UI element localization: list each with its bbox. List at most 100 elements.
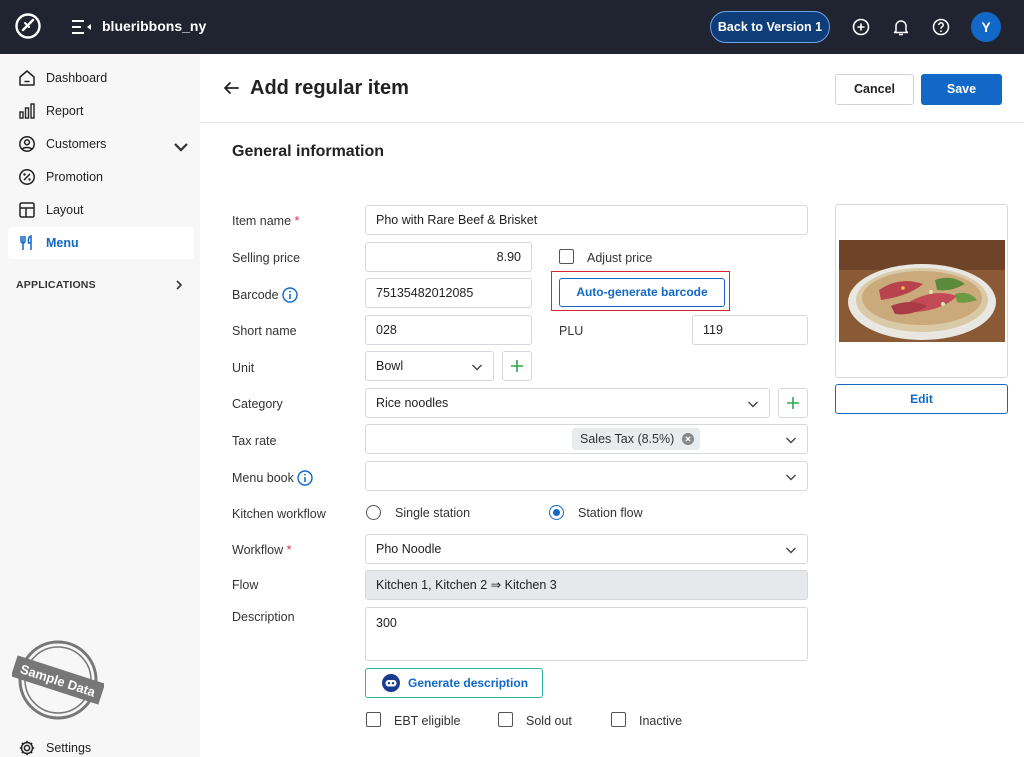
sidebar-item-layout[interactable]: Layout (8, 194, 194, 226)
adjust-price-checkbox[interactable] (559, 249, 574, 264)
item-photo (839, 240, 1005, 342)
save-button[interactable]: Save (921, 74, 1002, 105)
inactive-checkbox[interactable] (611, 712, 626, 727)
info-icon[interactable] (281, 287, 298, 303)
auto-generate-barcode-button[interactable]: Auto-generate barcode (559, 278, 725, 307)
help-icon[interactable] (931, 17, 951, 37)
category-value: Rice noodles (376, 396, 449, 410)
plu-input[interactable]: 119 (692, 315, 808, 345)
inactive-label: Inactive (639, 714, 683, 728)
required-mark: * (286, 543, 292, 557)
store-name[interactable]: blueribbons_ny (102, 18, 206, 34)
user-avatar[interactable]: Y (971, 12, 1001, 42)
user-circle-icon (19, 136, 35, 152)
add-category-button[interactable] (778, 388, 808, 418)
single-station-label: Single station (395, 506, 471, 520)
chevron-down-icon (786, 437, 796, 444)
required-mark: * (294, 214, 300, 228)
sidebar-item-label: Promotion (46, 170, 103, 184)
workflow-select[interactable]: Pho Noodle (365, 534, 808, 564)
menu-book-select[interactable] (365, 461, 808, 491)
description-textarea[interactable]: 300 (365, 607, 808, 661)
short-name-label: Short name (232, 324, 297, 338)
sidebar-item-promotion[interactable]: Promotion (8, 161, 194, 193)
robot-icon (382, 674, 400, 692)
sold-out-label: Sold out (526, 714, 572, 728)
selling-price-input[interactable]: 8.90 (365, 242, 532, 272)
workflow-label: Workflow * (232, 543, 292, 557)
bar-chart-icon (19, 103, 35, 119)
main-content: Add regular item Cancel Save General inf… (200, 54, 1024, 757)
adjust-price-label: Adjust price (587, 251, 653, 265)
section-title: General information (232, 143, 385, 160)
edit-image-button[interactable]: Edit (835, 384, 1008, 414)
fork-knife-icon (20, 234, 32, 250)
menu-book-label: Menu book (232, 470, 313, 486)
info-icon[interactable] (297, 470, 313, 486)
flow-display: Kitchen 1, Kitchen 2 ⇒ Kitchen 3 (365, 570, 808, 600)
plu-label: PLU (559, 324, 584, 338)
add-circle-icon[interactable] (851, 17, 871, 37)
tax-rate-label: Tax rate (232, 434, 277, 448)
ebt-eligible-checkbox[interactable] (366, 712, 381, 727)
chevron-down-icon (786, 474, 796, 481)
sidebar-item-label: Settings (46, 741, 92, 755)
sample-data-stamp: Sample Data (12, 640, 104, 720)
chevron-right-icon[interactable] (173, 279, 185, 291)
sidebar-item-report[interactable]: Report (8, 95, 194, 127)
menu-toggle-icon[interactable] (72, 18, 92, 36)
header-divider (200, 122, 1024, 123)
plus-icon (511, 360, 523, 372)
sidebar-item-label: Report (46, 104, 84, 118)
back-arrow-icon[interactable] (222, 79, 240, 97)
unit-label: Unit (232, 361, 255, 375)
sold-out-checkbox[interactable] (498, 712, 513, 727)
home-icon (19, 70, 35, 86)
sidebar-item-settings[interactable]: Settings (8, 732, 194, 757)
barcode-label: Barcode (232, 287, 298, 303)
category-select[interactable]: Rice noodles (365, 388, 770, 418)
barcode-input[interactable]: 75135482012085 (365, 278, 532, 308)
back-to-version-1-button[interactable]: Back to Version 1 (710, 11, 830, 43)
station-flow-label: Station flow (578, 506, 643, 520)
generate-description-button[interactable]: Generate description (365, 668, 543, 698)
remove-chip-icon[interactable] (682, 433, 695, 445)
sidebar-item-label: Customers (46, 137, 107, 151)
page-title: Add regular item (250, 77, 409, 99)
chevron-down-icon (472, 364, 482, 371)
item-image-frame (835, 204, 1008, 378)
sidebar-item-menu[interactable]: Menu (8, 227, 194, 259)
sidebar: Dashboard Report Customers Promotion Lay… (0, 54, 200, 757)
percent-icon (19, 169, 35, 185)
unit-select[interactable]: Bowl (365, 351, 494, 381)
sidebar-item-customers[interactable]: Customers (8, 128, 194, 160)
layout-icon (19, 202, 35, 218)
single-station-radio[interactable] (366, 505, 381, 520)
plus-icon (787, 397, 799, 409)
sidebar-item-label: Menu (46, 236, 79, 250)
station-flow-radio[interactable] (549, 505, 564, 520)
ebt-eligible-label: EBT eligible (394, 714, 461, 728)
chevron-down-icon (748, 401, 758, 408)
chevron-down-icon (786, 547, 796, 554)
unit-value: Bowl (376, 359, 404, 373)
selling-price-label: Selling price (232, 251, 301, 265)
gear-icon (19, 740, 35, 756)
applications-heading[interactable]: APPLICATIONS (16, 279, 96, 291)
sidebar-item-dashboard[interactable]: Dashboard (8, 62, 194, 94)
item-name-label: Item name * (232, 214, 300, 228)
bell-icon[interactable] (891, 17, 911, 37)
workflow-value: Pho Noodle (376, 542, 442, 556)
tax-chip: Sales Tax (8.5%) (572, 428, 701, 450)
flow-label: Flow (232, 578, 259, 592)
chevron-down-icon (174, 143, 188, 152)
description-label: Description (232, 610, 295, 624)
add-unit-button[interactable] (502, 351, 532, 381)
category-label: Category (232, 397, 283, 411)
app-logo-icon[interactable] (14, 12, 42, 40)
cancel-button[interactable]: Cancel (835, 74, 914, 105)
item-name-input[interactable]: Pho with Rare Beef & Brisket (365, 205, 808, 235)
kitchen-workflow-label: Kitchen workflow (232, 507, 326, 521)
sidebar-item-label: Dashboard (46, 71, 108, 85)
short-name-input[interactable]: 028 (365, 315, 532, 345)
